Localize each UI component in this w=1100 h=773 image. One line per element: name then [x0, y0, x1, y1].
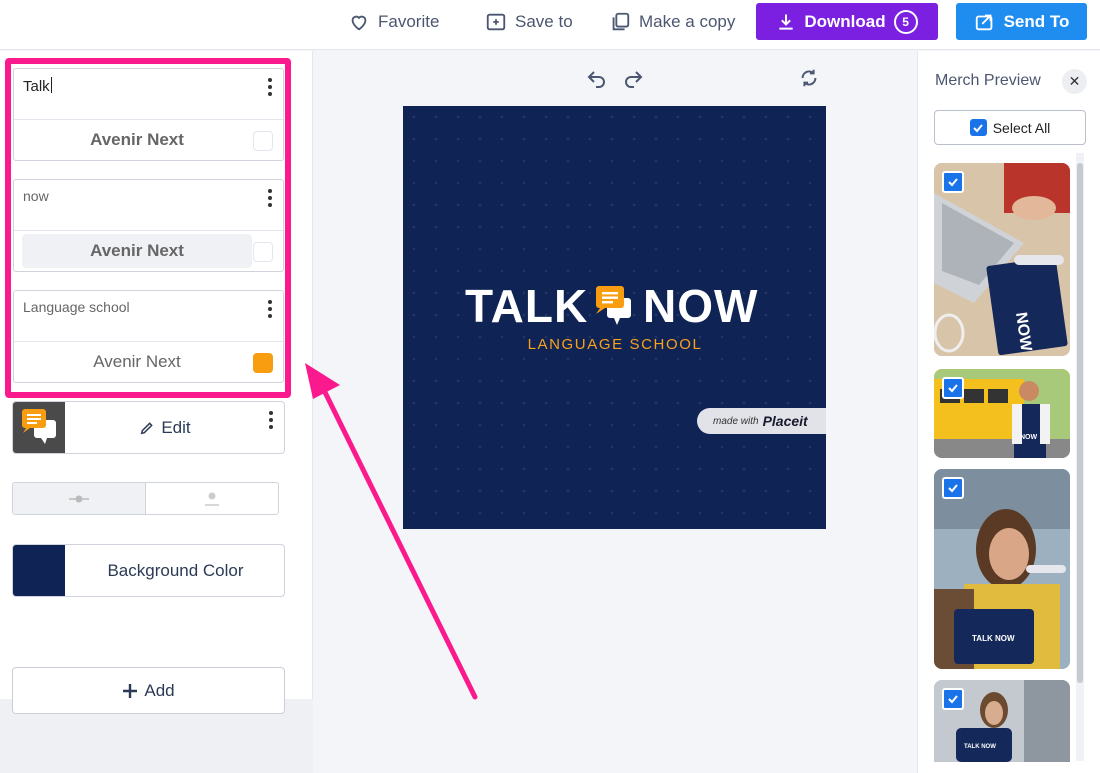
background-color-label: Background Color [107, 560, 244, 580]
pouch-brand-text: TALK NOW [972, 634, 1015, 643]
node-line-icon [69, 495, 89, 502]
merch-scrollbar[interactable] [1076, 153, 1084, 761]
merch-thumbnail-apron[interactable]: NOW [934, 369, 1070, 458]
merch-thumbnail-pouch[interactable]: TALK NOW [934, 469, 1070, 669]
select-all-label: Select All [992, 119, 1051, 136]
folder-plus-icon [486, 13, 506, 30]
send-to-label: Send To [1003, 11, 1070, 31]
pencil-icon [141, 421, 154, 434]
checkbox-icon [969, 119, 987, 136]
pouch-mockup-image: TALK NOW [934, 469, 1070, 669]
download-button[interactable]: Download 5 [756, 3, 938, 40]
save-to-button[interactable]: Save to [485, 3, 573, 40]
add-label: Add [144, 680, 175, 700]
made-with-text: made with [713, 415, 759, 427]
merch-thumbnail-notebook[interactable]: NOW [934, 163, 1070, 356]
toggle-option-centered[interactable] [13, 483, 146, 514]
redo-icon[interactable] [621, 66, 645, 90]
heart-icon [351, 15, 367, 30]
close-icon[interactable]: ✕ [1062, 69, 1087, 94]
toggle-option-person[interactable] [146, 483, 278, 514]
background-color-swatch[interactable] [13, 545, 65, 596]
layout-toggle[interactable] [12, 482, 279, 515]
plus-icon [123, 683, 138, 698]
merch-preview-title: Merch Preview [935, 72, 1041, 89]
make-a-copy-label: Make a copy [639, 11, 736, 31]
logo-word-talk: TALK [465, 280, 589, 332]
checkbox-icon[interactable] [942, 688, 964, 710]
logo: TALK NOW [465, 280, 765, 332]
refresh-icon[interactable] [798, 67, 820, 89]
design-canvas[interactable]: TALK NOW LANGUAGE SCHOOL made with Place… [403, 106, 826, 529]
highlight-box [5, 58, 291, 398]
copy-icon [612, 12, 630, 30]
favorite-label: Favorite [378, 11, 440, 31]
scrollbar-thumb[interactable] [1077, 163, 1083, 683]
send-to-button[interactable]: Send To [956, 3, 1087, 40]
more-options-icon[interactable] [266, 410, 276, 430]
download-count-badge: 5 [893, 9, 918, 34]
download-icon [779, 14, 794, 30]
share-icon [975, 14, 992, 30]
top-toolbar: Favorite Save to Make a copy Download 5 … [0, 0, 1100, 50]
person-icon [205, 492, 219, 506]
chat-bubble-icon [596, 286, 631, 325]
logo-word-now: NOW [643, 280, 759, 332]
checkbox-icon[interactable] [942, 377, 964, 399]
icon-thumbnail [13, 402, 65, 453]
save-to-label: Save to [515, 11, 573, 31]
checkbox-icon[interactable] [942, 171, 964, 193]
chat-bubble-icon [22, 409, 56, 444]
undo-icon[interactable] [585, 66, 609, 90]
make-a-copy-button[interactable]: Make a copy [609, 3, 735, 40]
favorite-button[interactable]: Favorite [348, 3, 439, 40]
background-color-control[interactable]: Background Color [12, 544, 285, 597]
add-button[interactable]: Add [12, 667, 285, 714]
download-label: Download [804, 11, 886, 31]
made-with-placeit-badge: made with Placeit [697, 408, 826, 434]
apron-brand-text: NOW [1020, 434, 1038, 441]
logo-subtitle: LANGUAGE SCHOOL [527, 336, 703, 353]
edit-icon-button[interactable]: Edit [65, 402, 265, 453]
placeit-brand: Placeit [762, 413, 808, 429]
select-all-button[interactable]: Select All [934, 110, 1086, 145]
checkbox-icon[interactable] [942, 477, 964, 499]
backpack-brand-text: TALK NOW [964, 744, 996, 750]
edit-label: Edit [161, 417, 191, 437]
icon-layer[interactable]: Edit [12, 401, 285, 454]
merch-thumbnail-backpack[interactable]: TALK NOW [934, 680, 1070, 762]
